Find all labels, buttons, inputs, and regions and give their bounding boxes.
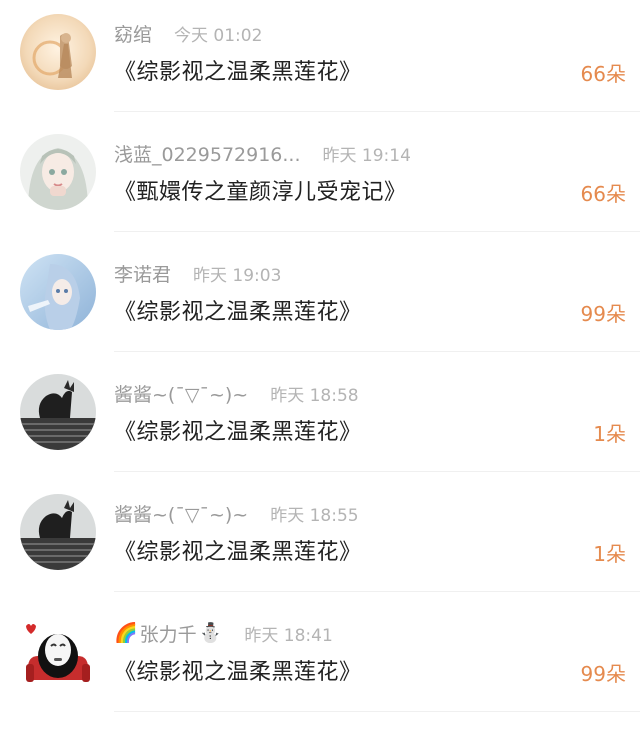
username[interactable]: 酱酱~(ˉ▽ˉ~)~ bbox=[114, 380, 248, 407]
flower-count: 1朵 bbox=[593, 422, 626, 446]
rainbow-icon: 🌈 bbox=[114, 621, 138, 644]
book-title[interactable]: 《综影视之温柔黑莲花》 bbox=[114, 54, 362, 86]
list-item[interactable]: 酱酱~(ˉ▽ˉ~)~ 昨天 18:55 《综影视之温柔黑莲花》 1朵 bbox=[0, 480, 640, 600]
book-title[interactable]: 《综影视之温柔黑莲花》 bbox=[114, 654, 362, 686]
book-title[interactable]: 《甄嬛传之童颜淳儿受宠记》 bbox=[114, 174, 407, 206]
divider bbox=[114, 591, 640, 592]
entry-meta: 酱酱~(ˉ▽ˉ~)~ 昨天 18:55 bbox=[114, 498, 359, 528]
divider bbox=[114, 471, 640, 472]
username[interactable]: 酱酱~(ˉ▽ˉ~)~ bbox=[114, 500, 248, 527]
book-title[interactable]: 《综影视之温柔黑莲花》 bbox=[114, 294, 362, 326]
gift-record-list: 窈绾 今天 01:02 《综影视之温柔黑莲花》 66朵 浅蓝_022957291… bbox=[0, 0, 640, 738]
flower-count: 1朵 bbox=[593, 542, 626, 566]
avatar-dark-photo-icon[interactable] bbox=[20, 494, 96, 570]
username[interactable]: 李诺君 bbox=[114, 260, 171, 287]
snowman-icon: ⛄ bbox=[198, 621, 223, 644]
flower-count: 66朵 bbox=[580, 182, 626, 206]
username[interactable]: 张力千 bbox=[140, 620, 197, 647]
username[interactable]: 窈绾 bbox=[114, 20, 152, 47]
avatar-blue-anime-girl-icon[interactable] bbox=[20, 254, 96, 330]
flower-count: 66朵 bbox=[580, 62, 626, 86]
avatar-no-face-icon[interactable] bbox=[20, 614, 96, 690]
avatar-girl-golden-icon[interactable] bbox=[20, 14, 96, 90]
list-item[interactable]: 酱酱~(ˉ▽ˉ~)~ 昨天 18:58 《综影视之温柔黑莲花》 1朵 bbox=[0, 360, 640, 480]
list-item[interactable]: 窈绾 今天 01:02 《综影视之温柔黑莲花》 66朵 bbox=[0, 0, 640, 120]
entry-meta: 窈绾 今天 01:02 bbox=[114, 18, 262, 48]
list-item[interactable]: 🌈 张力千 ⛄ 昨天 18:41 《综影视之温柔黑莲花》 99朵 bbox=[0, 600, 640, 720]
book-title[interactable]: 《综影视之温柔黑莲花》 bbox=[114, 534, 362, 566]
list-item[interactable]: 浅蓝_0229572916... 昨天 19:14 《甄嬛传之童颜淳儿受宠记》 … bbox=[0, 120, 640, 240]
flower-count: 99朵 bbox=[580, 662, 626, 686]
avatar-dark-photo-icon[interactable] bbox=[20, 374, 96, 450]
divider bbox=[114, 231, 640, 232]
divider bbox=[114, 111, 640, 112]
divider bbox=[114, 351, 640, 352]
entry-meta: 酱酱~(ˉ▽ˉ~)~ 昨天 18:58 bbox=[114, 378, 359, 408]
username[interactable]: 浅蓝_0229572916... bbox=[114, 140, 301, 167]
flower-count: 99朵 bbox=[580, 302, 626, 326]
timestamp: 今天 01:02 bbox=[174, 25, 263, 46]
timestamp: 昨天 18:58 bbox=[270, 385, 359, 406]
entry-meta: 李诺君 昨天 19:03 bbox=[114, 258, 281, 288]
timestamp: 昨天 19:14 bbox=[322, 145, 411, 166]
book-title[interactable]: 《综影视之温柔黑莲花》 bbox=[114, 414, 362, 446]
list-item[interactable]: 李诺君 昨天 19:03 《综影视之温柔黑莲花》 99朵 bbox=[0, 240, 640, 360]
timestamp: 昨天 18:41 bbox=[244, 625, 333, 646]
avatar-anime-girl-icon[interactable] bbox=[20, 134, 96, 210]
timestamp: 昨天 18:55 bbox=[270, 505, 359, 526]
divider bbox=[114, 711, 640, 712]
entry-meta: 浅蓝_0229572916... 昨天 19:14 bbox=[114, 138, 411, 168]
entry-meta: 🌈 张力千 ⛄ 昨天 18:41 bbox=[114, 618, 333, 648]
timestamp: 昨天 19:03 bbox=[193, 265, 282, 286]
